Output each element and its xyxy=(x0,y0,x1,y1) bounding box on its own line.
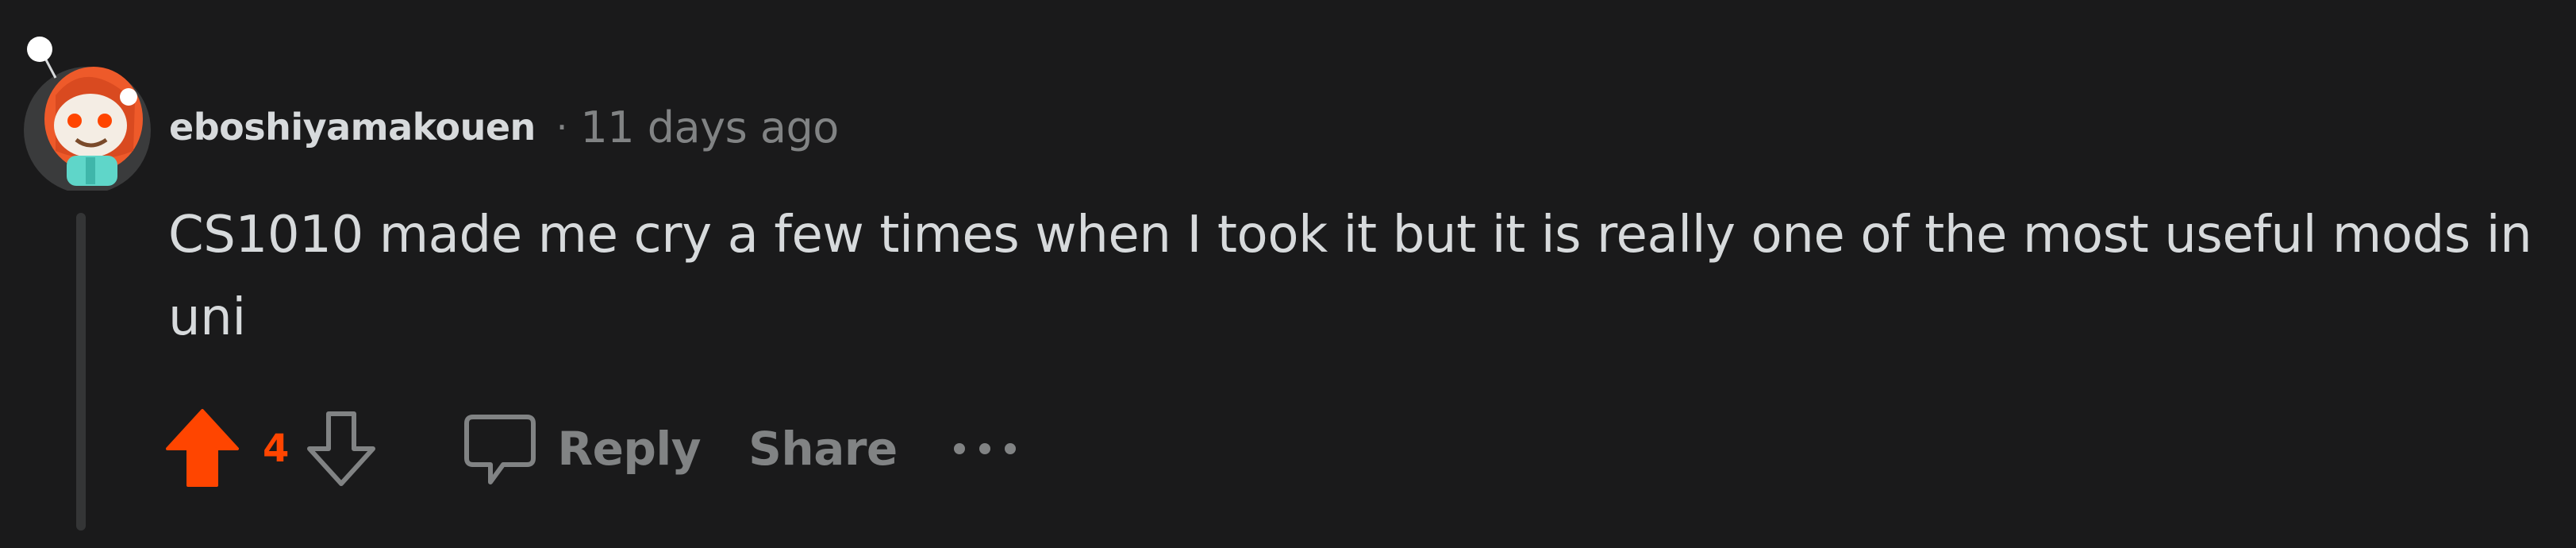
user-avatar[interactable] xyxy=(24,32,151,191)
meta-separator: · xyxy=(556,106,568,149)
arrow-up-icon xyxy=(166,409,239,487)
more-options-button[interactable] xyxy=(945,409,1025,488)
reply-label: Reply xyxy=(557,422,702,476)
comment-body: CS1010 made me cry a few times when I to… xyxy=(168,206,2532,347)
thread-collapse-line[interactable] xyxy=(76,213,86,531)
speech-bubble-icon xyxy=(460,405,540,492)
arrow-down-icon xyxy=(307,411,376,486)
downvote-button[interactable] xyxy=(302,405,381,492)
ellipsis-icon xyxy=(953,443,1016,454)
share-button[interactable]: Share xyxy=(748,422,898,476)
upvote-button[interactable] xyxy=(163,405,242,492)
comment-meta: eboshiyamakouen · 11 days ago xyxy=(169,95,839,159)
reply-button[interactable]: Reply xyxy=(460,405,702,492)
timestamp[interactable]: 11 days ago xyxy=(580,102,839,152)
vote-score: 4 xyxy=(263,426,290,471)
author-link[interactable]: eboshiyamakouen xyxy=(169,106,536,149)
comment-action-bar: 4 Reply Share xyxy=(163,401,1025,496)
